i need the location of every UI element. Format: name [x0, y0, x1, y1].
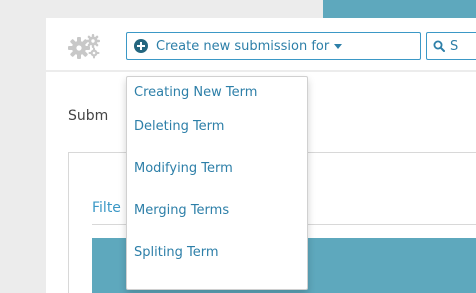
menu-item-spliting-term[interactable]: Spliting Term	[127, 232, 307, 274]
menu-item-merging-terms[interactable]: Merging Terms	[127, 190, 307, 232]
search-button[interactable]: S	[426, 32, 476, 60]
page: Create new submission for S Subm Filte C…	[0, 0, 476, 293]
top-banner-stripe	[323, 0, 476, 18]
filter-title[interactable]: Filte	[92, 200, 121, 216]
page-title: Subm	[68, 108, 109, 124]
menu-item-creating-new-term[interactable]: Creating New Term	[127, 80, 307, 106]
search-icon	[433, 40, 445, 52]
menu-item-modifying-term[interactable]: Modifying Term	[127, 148, 307, 190]
search-label: S	[450, 38, 459, 54]
gears-icon[interactable]	[68, 33, 102, 59]
plus-circle-icon	[134, 39, 148, 53]
create-submission-menu: Creating New Term Deleting Term Modifyin…	[126, 76, 308, 290]
menu-item-deleting-term[interactable]: Deleting Term	[127, 106, 307, 148]
create-submission-label: Create new submission for	[156, 38, 330, 54]
caret-down-icon	[334, 43, 343, 49]
create-submission-button[interactable]: Create new submission for	[126, 32, 421, 60]
